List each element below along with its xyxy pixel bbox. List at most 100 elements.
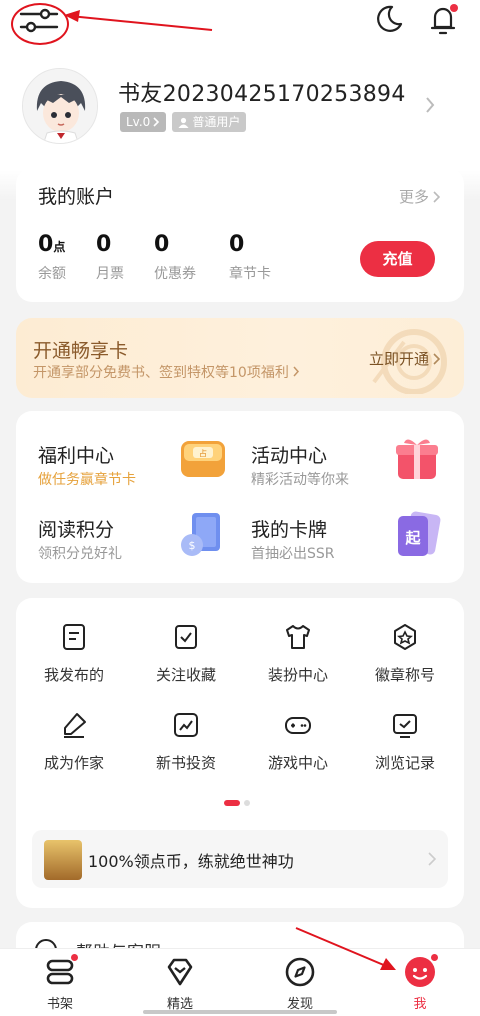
tab-bookshelf[interactable]: 书架 <box>0 953 120 1012</box>
promo-banner[interactable]: 100%领点币，练就绝世神功 <box>32 830 448 888</box>
page-indicator <box>224 800 250 806</box>
grid-label: 成为作家 <box>43 754 104 772</box>
vip-subtitle: 开通享部分免费书、签到特权等10项福利 <box>33 362 300 382</box>
feature-card: 福利中心 做任务赢章节卡 占 活动中心 精彩活动等你来 阅读积分 领积分兑好礼 … <box>16 411 464 583</box>
role-badge: 普通用户 <box>172 112 247 132</box>
tab-me[interactable]: 我 <box>360 953 480 1012</box>
stat-label: 优惠券 <box>154 266 196 282</box>
stat-unit: 点 <box>53 240 66 254</box>
grid-label: 新书投资 <box>155 754 216 772</box>
feature-title: 活动中心 <box>251 445 328 467</box>
stat-label: 余额 <box>38 266 66 282</box>
account-card: 我的账户 更多 0点 余额 0 月票 0 优惠券 0 章节卡 充值 <box>16 168 464 302</box>
feature-subtitle: 首抽必出SSR <box>251 546 335 562</box>
vip-banner[interactable]: 开通畅享卡 开通享部分免费书、签到特权等10项福利 立即开通 <box>16 318 464 398</box>
chevron-right-icon <box>293 366 300 377</box>
page-dot-active <box>224 800 240 806</box>
chevron-right-icon <box>433 352 440 365</box>
svg-text:起: 起 <box>404 529 421 547</box>
bottom-tab-bar: 书架 精选 发现 我 <box>0 948 480 1016</box>
feature-title: 我的卡牌 <box>251 519 328 541</box>
tab-label: 书架 <box>46 997 73 1012</box>
vip-open-button[interactable]: 立即开通 <box>369 348 440 369</box>
notification-dot <box>70 953 79 962</box>
tshirt-icon <box>286 625 310 649</box>
card-icon: 起 <box>398 511 441 556</box>
promo-thumbnail <box>44 840 82 880</box>
grid-item-dressup[interactable]: 装扮中心 <box>243 622 353 685</box>
services-grid-card: 我发布的 关注收藏 装扮中心 徽章称号 成为作家 新书投资 游戏中心 浏览记录 … <box>16 598 464 908</box>
pen-icon <box>64 713 86 738</box>
diamond-icon <box>167 958 193 986</box>
stat-value: 0 <box>154 232 170 257</box>
grid-item-history[interactable]: 浏览记录 <box>350 710 460 773</box>
chevron-right-icon <box>433 190 440 203</box>
grid-item-badges[interactable]: 徽章称号 <box>350 622 460 685</box>
home-indicator <box>143 1010 337 1014</box>
stat-chapter-card[interactable]: 0 章节卡 <box>229 232 271 283</box>
feature-title: 阅读积分 <box>38 519 115 541</box>
svg-text:占: 占 <box>199 448 207 458</box>
coin-box-icon: 占 <box>181 441 225 477</box>
grid-label: 徽章称号 <box>374 666 435 684</box>
vip-title: 开通畅享卡 <box>33 340 129 362</box>
user-icon <box>178 117 189 128</box>
feature-subtitle: 领积分兑好礼 <box>38 546 122 562</box>
grid-label: 关注收藏 <box>155 666 216 684</box>
svg-text:$: $ <box>189 539 196 552</box>
feature-subtitle: 精彩活动等你来 <box>251 472 349 488</box>
grid-item-game-center[interactable]: 游戏中心 <box>243 710 353 773</box>
stat-label: 章节卡 <box>229 266 271 282</box>
vip-button-label: 立即开通 <box>368 350 429 368</box>
tab-featured[interactable]: 精选 <box>120 955 240 1012</box>
level-badge[interactable]: Lv.0 <box>120 112 167 132</box>
stat-balance[interactable]: 0点 余额 <box>38 232 66 283</box>
profile-header[interactable]: 书友20230425170253894 Lv.0 普通用户 <box>0 60 480 160</box>
avatar-illustration <box>23 69 97 143</box>
promo-text: 100%领点币，练就绝世神功 <box>88 852 294 871</box>
grid-label: 我发布的 <box>43 666 104 684</box>
stat-value: 0 <box>229 232 245 257</box>
history-icon <box>393 714 417 738</box>
stat-coupon[interactable]: 0 优惠券 <box>154 232 196 283</box>
document-icon <box>63 624 85 650</box>
feature-title: 福利中心 <box>38 445 115 467</box>
grid-item-become-writer[interactable]: 成为作家 <box>19 710 129 773</box>
avatar[interactable] <box>22 68 98 144</box>
grid-item-new-book-invest[interactable]: 新书投资 <box>131 710 241 773</box>
grid-item-favorites[interactable]: 关注收藏 <box>131 622 241 685</box>
book-coin-icon: $ <box>181 513 220 556</box>
stat-value: 0 <box>38 232 54 257</box>
notification-bell-icon[interactable] <box>424 2 462 38</box>
badge-star-icon <box>394 624 416 650</box>
notification-dot <box>430 953 439 962</box>
top-bar <box>0 0 480 50</box>
settings-sliders-icon[interactable] <box>17 3 61 39</box>
grid-item-my-published[interactable]: 我发布的 <box>19 622 129 685</box>
chevron-right-icon <box>426 97 435 113</box>
grid-label: 浏览记录 <box>374 754 435 772</box>
compass-icon <box>285 957 315 987</box>
night-mode-icon[interactable] <box>372 2 406 36</box>
chevron-right-icon <box>428 852 436 866</box>
feature-subtitle: 做任务赢章节卡 <box>38 472 136 488</box>
grid-label: 装扮中心 <box>267 666 328 684</box>
grid-label: 游戏中心 <box>267 754 328 772</box>
tab-discover[interactable]: 发现 <box>240 955 360 1012</box>
tab-label: 我 <box>413 997 427 1012</box>
vip-subtitle-text: 开通享部分免费书、签到特权等10项福利 <box>33 365 289 381</box>
page-dot[interactable] <box>244 800 250 806</box>
level-label: Lv.0 <box>126 115 151 129</box>
gamepad-icon <box>285 717 311 734</box>
username: 书友20230425170253894 <box>118 82 406 107</box>
stat-monthly-ticket[interactable]: 0 月票 <box>96 232 124 283</box>
annotation-arrow-top <box>64 10 213 31</box>
recharge-button[interactable]: 充值 <box>360 241 435 277</box>
account-more-link[interactable]: 更多 <box>399 186 440 207</box>
account-title: 我的账户 <box>38 186 115 208</box>
stat-value: 0 <box>96 232 112 257</box>
more-label: 更多 <box>398 188 429 206</box>
chart-icon <box>174 713 198 737</box>
role-label: 普通用户 <box>192 115 241 129</box>
chevron-right-icon <box>153 117 160 127</box>
